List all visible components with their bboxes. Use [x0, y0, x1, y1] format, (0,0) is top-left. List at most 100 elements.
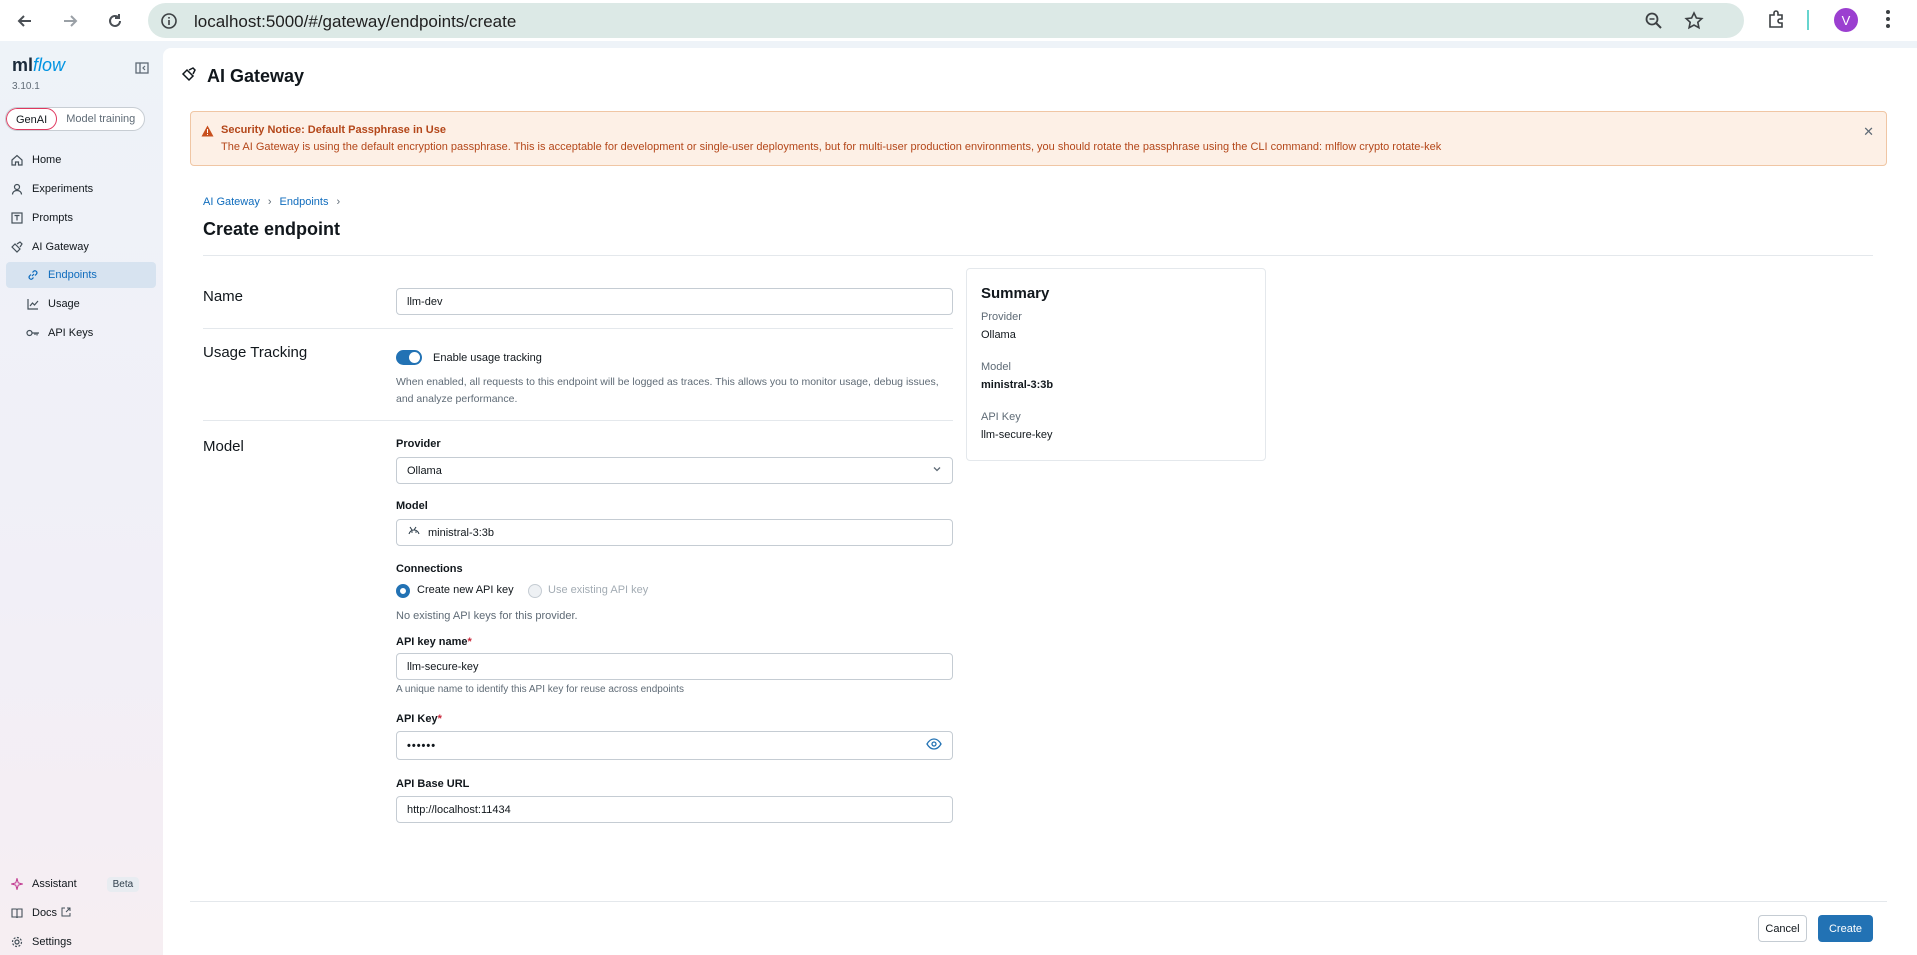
create-button[interactable]: Create [1818, 915, 1873, 942]
alert-message: The AI Gateway is using the default encr… [221, 141, 1442, 153]
model-section-label: Model [203, 438, 244, 455]
summary-title: Summary [981, 285, 1050, 302]
site-info-icon[interactable] [160, 12, 178, 35]
chevron-right-icon: › [267, 196, 272, 208]
sidebar-item-label: Endpoints [48, 269, 97, 281]
breadcrumb: AI Gateway › Endpoints › [203, 196, 340, 208]
api-key-input[interactable]: •••••• [396, 731, 953, 760]
api-key-label: API Key* [396, 713, 442, 725]
key-icon [26, 326, 40, 340]
bookmark-star-icon[interactable] [1684, 11, 1704, 36]
usage-help-text-2: and analyze performance. [396, 393, 518, 405]
sidebar-item-experiments[interactable]: Experiments [4, 176, 156, 202]
warning-icon [201, 124, 214, 142]
sidebar-item-assistant[interactable]: Assistant Beta [4, 871, 156, 897]
address-bar[interactable]: localhost:5000/#/gateway/endpoints/creat… [148, 3, 1744, 38]
connections-label: Connections [396, 563, 463, 575]
logo-flow-text: flow [33, 55, 66, 75]
sidebar-item-usage[interactable]: Usage [6, 291, 156, 317]
segment-genai[interactable]: GenAI [6, 108, 58, 130]
summary-model-label: Model [981, 361, 1011, 373]
chevron-right-icon: › [336, 196, 341, 208]
workspace-switch: GenAI Model training [5, 107, 146, 131]
section-divider [203, 328, 953, 329]
url-text[interactable]: localhost:5000/#/gateway/endpoints/creat… [194, 12, 516, 32]
browser-toolbar: localhost:5000/#/gateway/endpoints/creat… [0, 0, 1917, 41]
more-menu-icon[interactable] [1884, 8, 1892, 35]
flask-icon [10, 182, 24, 196]
prompt-icon [10, 211, 24, 225]
required-mark: * [467, 636, 472, 648]
title-divider [203, 255, 1873, 256]
api-key-name-help: A unique name to identify this API key f… [396, 684, 684, 695]
provider-label: Provider [396, 438, 441, 450]
cancel-button[interactable]: Cancel [1758, 915, 1807, 942]
external-link-icon [61, 907, 71, 920]
api-key-name-input[interactable]: llm-secure-key [396, 653, 953, 680]
beta-badge: Beta [106, 876, 140, 892]
toolbar-divider [1807, 10, 1809, 30]
header-title: AI Gateway [207, 66, 305, 86]
chevron-down-icon [932, 464, 942, 477]
usage-toggle-label: Enable usage tracking [433, 352, 542, 364]
collapse-sidebar-icon[interactable] [135, 61, 149, 80]
base-url-label: API Base URL [396, 778, 470, 790]
sidebar-item-label: Settings [32, 936, 72, 948]
reload-icon[interactable] [102, 8, 128, 34]
name-input[interactable]: llm-dev [396, 288, 953, 315]
gear-icon [10, 935, 24, 949]
gateway-icon [10, 240, 24, 254]
logo-ml-text: ml [12, 55, 34, 75]
alert-title: Security Notice: Default Passphrase in U… [221, 124, 446, 136]
profile-avatar[interactable]: V [1834, 8, 1858, 32]
required-mark: * [437, 713, 442, 725]
mlflow-logo[interactable]: mlflow [12, 55, 65, 76]
zoom-icon[interactable] [1644, 11, 1664, 36]
sidebar-item-label: Docs [32, 907, 58, 919]
close-icon[interactable]: ✕ [1863, 124, 1874, 140]
page-header: AI Gateway [181, 66, 304, 87]
extensions-icon[interactable] [1766, 8, 1788, 35]
link-icon [26, 268, 40, 282]
sidebar-item-docs[interactable]: Docs [4, 900, 156, 926]
home-icon [10, 153, 24, 167]
summary-model-value: ministral-3:3b [981, 379, 1054, 391]
radio-create-new-key-label[interactable]: Create new API key [417, 584, 514, 596]
sidebar: mlflow 3.10.1 GenAI Model training Home … [0, 41, 160, 955]
sidebar-item-api-keys[interactable]: API Keys [6, 320, 156, 346]
usage-help-text: When enabled, all requests to this endpo… [396, 376, 939, 388]
sidebar-item-prompts[interactable]: Prompts [4, 205, 156, 231]
sidebar-item-endpoints[interactable]: Endpoints [6, 262, 156, 288]
eye-icon[interactable] [926, 738, 942, 753]
sidebar-item-settings[interactable]: Settings [4, 929, 156, 955]
radio-use-existing-key[interactable] [528, 584, 542, 598]
segment-model-training[interactable]: Model training [57, 108, 144, 130]
base-url-input[interactable]: http://localhost:11434 [396, 796, 953, 823]
section-divider [203, 420, 953, 421]
sidebar-item-label: Experiments [32, 183, 94, 195]
breadcrumb-ai-gateway[interactable]: AI Gateway [203, 196, 260, 208]
back-arrow-icon[interactable] [12, 8, 38, 34]
radio-use-existing-key-label[interactable]: Use existing API key [548, 584, 648, 596]
model-label: Model [396, 500, 428, 512]
usage-section-label: Usage Tracking [203, 344, 308, 361]
summary-api-key-value: llm-secure-key [981, 429, 1053, 441]
sidebar-item-home[interactable]: Home [4, 147, 156, 173]
model-input[interactable]: ministral-3:3b [396, 519, 953, 546]
api-key-name-label-text: API key name [396, 636, 468, 648]
summary-provider-label: Provider [981, 311, 1022, 323]
app-shell: mlflow 3.10.1 GenAI Model training Home … [0, 41, 1917, 955]
sparkle-icon [10, 877, 24, 891]
model-input-value: ministral-3:3b [428, 526, 495, 539]
radio-create-new-key[interactable] [396, 584, 410, 598]
usage-tracking-toggle[interactable] [396, 350, 422, 365]
sidebar-item-ai-gateway[interactable]: AI Gateway [4, 234, 156, 260]
sidebar-item-label: Home [32, 154, 62, 166]
version-label: 3.10.1 [12, 81, 40, 92]
name-section-label: Name [203, 288, 244, 305]
api-key-name-label: API key name* [396, 636, 472, 648]
sidebar-item-label: Usage [48, 298, 80, 310]
breadcrumb-endpoints[interactable]: Endpoints [280, 196, 329, 208]
forward-arrow-icon[interactable] [57, 8, 83, 34]
provider-select[interactable]: Ollama [396, 457, 953, 484]
